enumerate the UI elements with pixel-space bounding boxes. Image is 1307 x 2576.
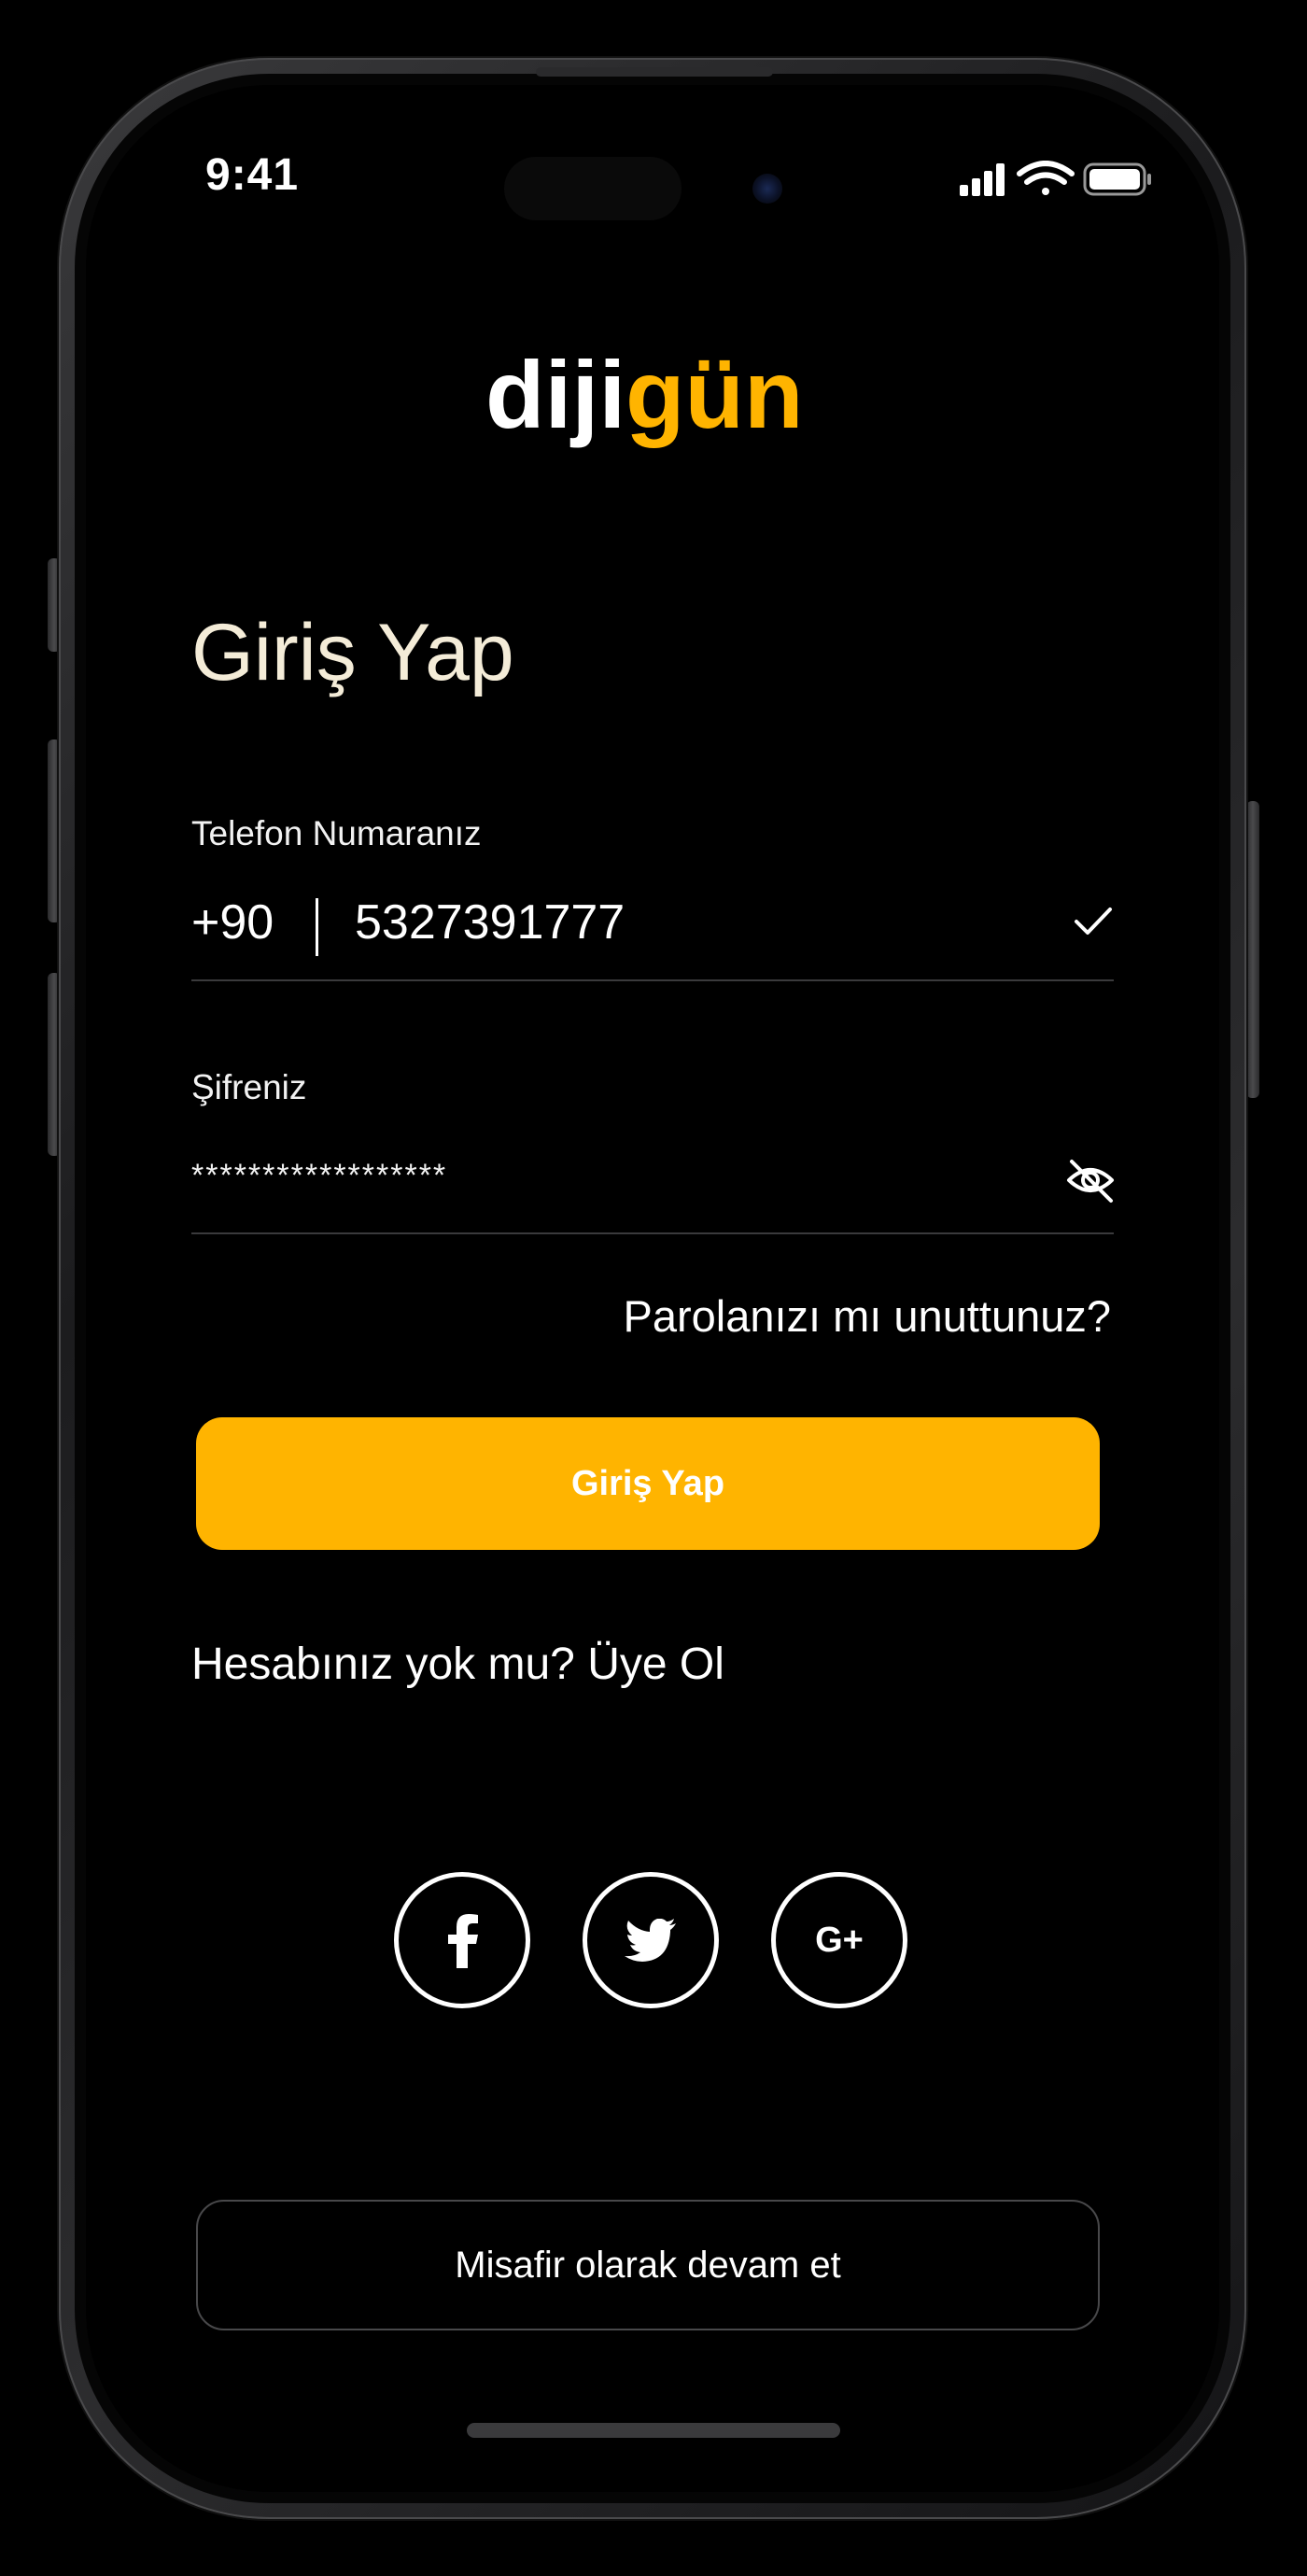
speaker-grille	[536, 67, 773, 77]
power-button	[1246, 801, 1259, 1098]
twitter-icon	[625, 1919, 676, 1962]
eye-off-icon[interactable]	[1064, 1154, 1117, 1206]
cellular-signal-icon	[960, 163, 1005, 196]
phone-label: Telefon Numaranız	[191, 814, 482, 852]
password-input[interactable]: ******************	[191, 1158, 447, 1194]
forgot-password-link[interactable]: Parolanızı mı unuttunuz?	[623, 1290, 1111, 1342]
home-indicator[interactable]	[467, 2423, 840, 2438]
password-label: Şifreniz	[191, 1068, 307, 1106]
twitter-login-button[interactable]	[583, 1872, 719, 2008]
google-plus-login-button[interactable]: G+	[771, 1872, 907, 2008]
continue-as-guest-button[interactable]: Misafir olarak devam et	[196, 2200, 1100, 2330]
country-code-selector[interactable]: +90	[191, 894, 274, 950]
phone-field-divider	[316, 898, 318, 956]
login-button[interactable]: Giriş Yap	[196, 1417, 1100, 1550]
password-field-underline	[191, 1232, 1114, 1234]
wifi-icon	[1017, 161, 1075, 195]
status-time: 9:41	[205, 150, 300, 200]
check-icon	[1075, 908, 1112, 935]
page-title: Giriş Yap	[191, 608, 514, 697]
phone-input[interactable]: 5327391777	[355, 894, 625, 950]
front-camera	[752, 174, 782, 204]
battery-icon	[1083, 162, 1151, 196]
logo-text-diji: diji	[485, 359, 625, 449]
dijigun-logo: diji gün	[485, 359, 804, 449]
logo-text-gun: gün	[625, 359, 804, 449]
facebook-login-button[interactable]	[394, 1872, 530, 2008]
dynamic-island	[504, 157, 682, 220]
signup-link[interactable]: Hesabınız yok mu? Üye Ol	[191, 1639, 724, 1690]
phone-field-underline	[191, 979, 1114, 981]
status-icons	[960, 161, 1151, 196]
google-plus-icon: G+	[815, 1920, 864, 1960]
facebook-icon	[448, 1914, 478, 1968]
